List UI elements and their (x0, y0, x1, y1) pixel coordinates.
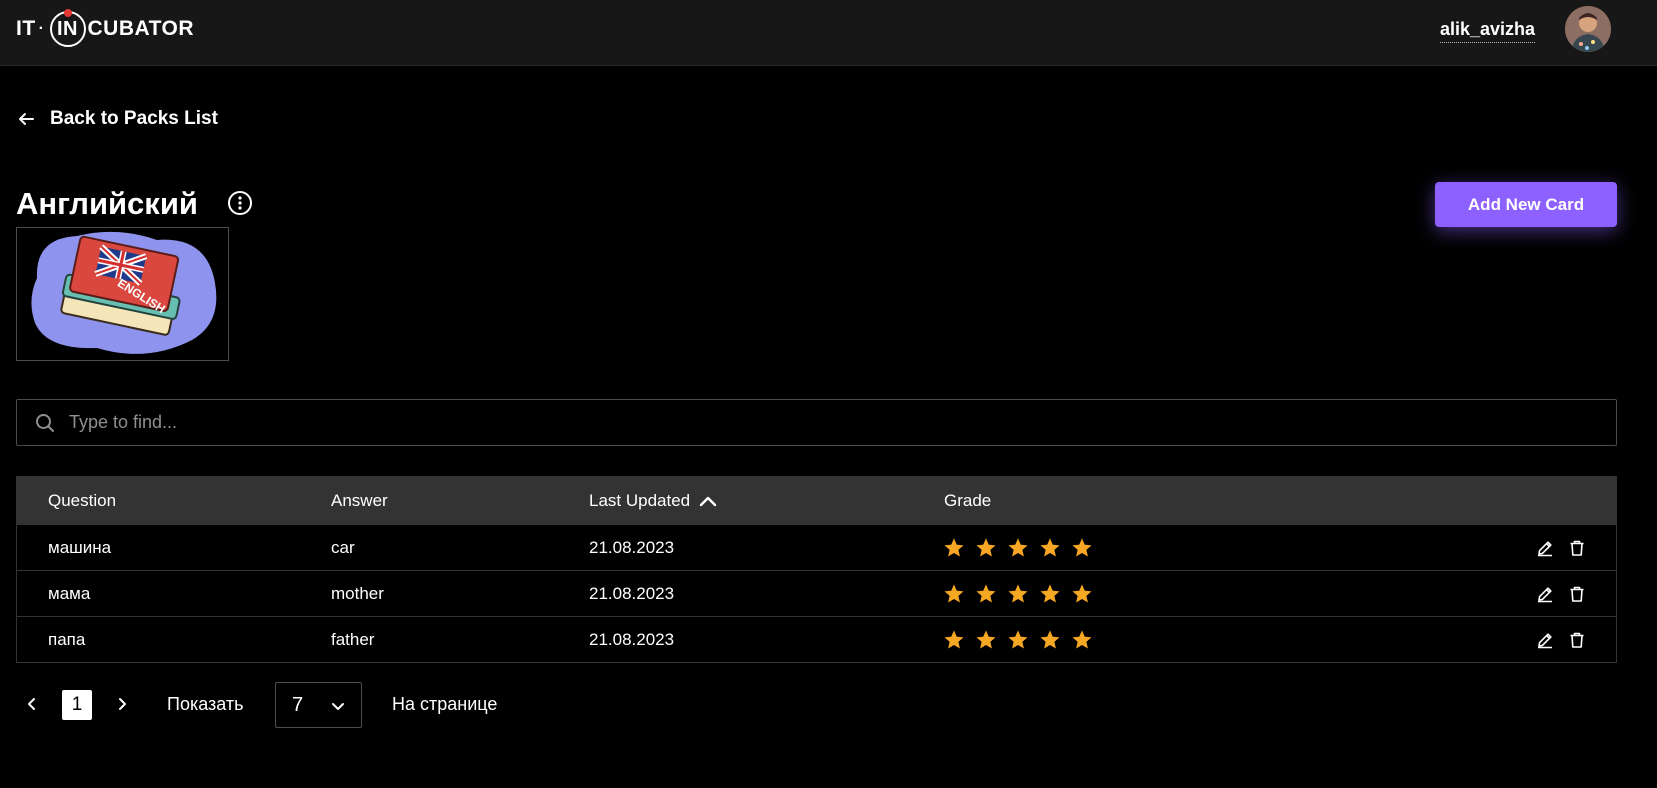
back-link-label: Back to Packs List (50, 108, 218, 129)
more-options-icon[interactable] (228, 191, 252, 215)
search-input[interactable] (69, 412, 1569, 433)
logo-ring: IN (49, 9, 86, 47)
star-icon (1008, 629, 1028, 649)
cell-last-updated: 21.08.2023 (589, 629, 675, 649)
chevron-right-icon[interactable] (112, 694, 132, 714)
table-row: машина car 21.08.2023 (17, 524, 1616, 570)
star-icon (944, 583, 964, 603)
row-actions (1536, 631, 1586, 649)
star-icon (1072, 583, 1092, 603)
star-icon (976, 537, 996, 557)
star-icon (976, 629, 996, 649)
arrow-left-icon (19, 113, 34, 125)
star-icon (1072, 629, 1092, 649)
star-icon (1040, 629, 1060, 649)
search-icon (36, 413, 54, 432)
star-icon (1008, 537, 1028, 557)
page-size-select[interactable]: 7 (275, 682, 362, 728)
per-page-label: На странице (392, 694, 498, 714)
trash-icon[interactable] (1568, 539, 1586, 557)
cards-table: Question Answer Last Updated Grade машин… (16, 476, 1617, 663)
row-actions (1536, 539, 1586, 557)
trash-icon[interactable] (1568, 631, 1586, 649)
cell-question: папа (48, 629, 86, 649)
show-label: Показать (167, 694, 244, 714)
edit-icon[interactable] (1536, 585, 1554, 603)
chevron-down-icon (332, 703, 344, 710)
star-icon (1008, 583, 1028, 603)
page-button-current[interactable]: 1 (62, 690, 92, 720)
edit-icon[interactable] (1536, 539, 1554, 557)
chevron-left-icon[interactable] (22, 694, 42, 714)
star-icon (976, 583, 996, 603)
column-header-grade[interactable]: Grade (944, 491, 991, 511)
cell-answer: car (331, 537, 355, 557)
edit-icon[interactable] (1536, 631, 1554, 649)
star-icon (944, 537, 964, 557)
cell-answer: father (331, 629, 375, 649)
pagination: 1 Показать 7 На странице (16, 682, 556, 728)
table-row: мама mother 21.08.2023 (17, 570, 1616, 616)
grade-stars (944, 629, 1092, 650)
chevron-up-icon (699, 496, 717, 507)
column-header-answer[interactable]: Answer (331, 491, 388, 511)
table-row: папа father 21.08.2023 (17, 616, 1616, 662)
cell-answer: mother (331, 583, 384, 603)
pack-cover-image: ENGLISH (16, 227, 229, 361)
grade-stars (944, 583, 1092, 604)
username-link[interactable]: alik_avizha (1440, 18, 1536, 43)
column-header-question[interactable]: Question (48, 491, 116, 511)
back-to-packs-link[interactable]: Back to Packs List (16, 108, 218, 130)
pack-title: Английский (16, 186, 198, 221)
star-icon (1072, 537, 1092, 557)
column-header-last-updated[interactable]: Last Updated (589, 491, 717, 511)
add-new-card-button[interactable]: Add New Card (1435, 182, 1617, 227)
search-bar (16, 399, 1617, 446)
star-icon (944, 629, 964, 649)
cell-last-updated: 21.08.2023 (589, 537, 675, 557)
it-incubator-logo[interactable]: IT · IN CUBATOR (16, 9, 194, 47)
trash-icon[interactable] (1568, 585, 1586, 603)
table-header: Question Answer Last Updated Grade (17, 477, 1616, 524)
cell-question: машина (48, 537, 112, 557)
star-icon (1040, 583, 1060, 603)
cell-last-updated: 21.08.2023 (589, 583, 675, 603)
avatar[interactable] (1565, 6, 1611, 52)
star-icon (1040, 537, 1060, 557)
cell-question: мама (48, 583, 91, 603)
app-header: IT · IN CUBATOR alik_avizha (0, 0, 1657, 66)
page-size-value: 7 (292, 693, 304, 716)
row-actions (1536, 585, 1586, 603)
grade-stars (944, 537, 1092, 558)
